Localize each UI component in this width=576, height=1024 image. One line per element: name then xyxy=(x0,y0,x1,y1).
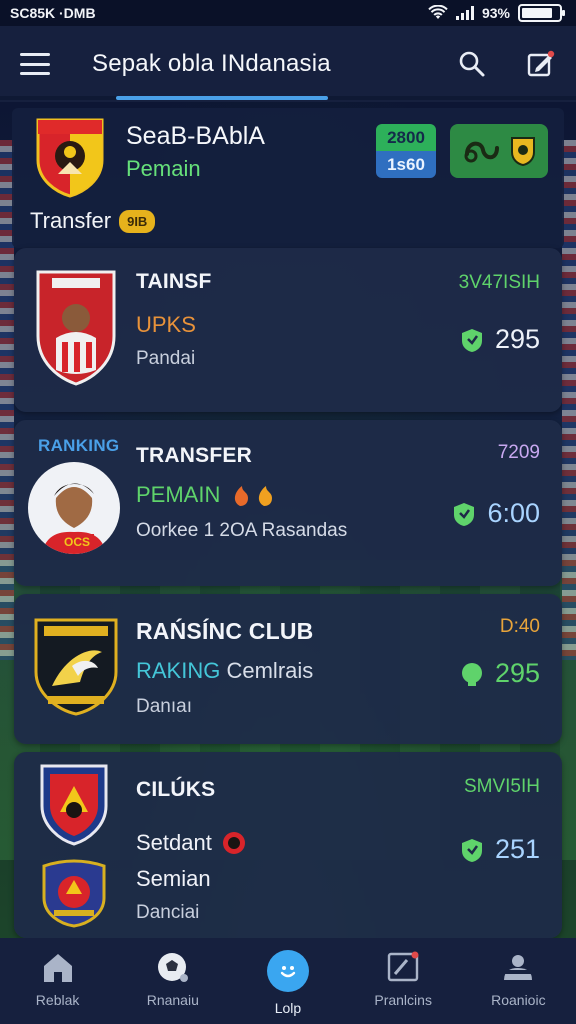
card-title: TAINSF xyxy=(136,270,212,293)
card-headline: Setdant xyxy=(136,830,212,855)
status-bar: SC85K ·DMB 93% xyxy=(0,0,576,26)
transfer-section-label: Transfer 9IB xyxy=(30,208,156,234)
card-score-value: 6:00 xyxy=(487,498,540,528)
nav-label: Pranlcins xyxy=(374,992,432,1008)
score-box: 2800 1s60 xyxy=(376,124,436,178)
score-shield-icon xyxy=(461,838,482,862)
card-headline: UPKS xyxy=(136,312,196,337)
card-score-value: 295 xyxy=(494,658,540,688)
card-score-value: 251 xyxy=(494,834,540,864)
score-top: 2800 xyxy=(376,124,436,151)
card-title: TRANSFER xyxy=(136,444,252,467)
bottom-nav: Reblak Rnanaiu Lolp Pranlcins Roanioic xyxy=(0,938,576,1024)
ranking-ribbon: RANKING xyxy=(38,436,120,455)
nav-item-pranlcins[interactable]: Pranlcins xyxy=(348,950,458,1008)
card-score-value: 295 xyxy=(494,324,540,354)
card-title: RAŃSÍNC CLUB xyxy=(136,618,314,644)
blue-crest-icon xyxy=(42,859,106,928)
player-crest-icon xyxy=(36,270,116,386)
ball-icon xyxy=(157,953,188,982)
battery-icon xyxy=(518,4,565,22)
card-headline: RAKING Cemlrais xyxy=(136,658,313,684)
nav-item-roanioic[interactable]: Roanioic xyxy=(463,950,573,1008)
ranking-card[interactable]: RANKING OCS TRANSFER PEMAIN Oorkee 1 2OA… xyxy=(14,420,562,586)
score-bubble-icon xyxy=(461,662,482,686)
nav-label: Reblak xyxy=(35,992,80,1008)
clubs-card[interactable]: CILÚKS Setdant Semian Danciai SMVI5IH 25… xyxy=(14,752,562,938)
board-icon xyxy=(387,951,419,982)
card-headline: PEMAIN xyxy=(136,482,221,507)
edit-icon[interactable] xyxy=(526,49,556,79)
nav-label: Lolp xyxy=(274,1000,302,1016)
header-card[interactable]: SeaB-BAblA Pemain 2800 1s60 Transfer 9IB xyxy=(12,108,564,248)
eagle-crest-icon xyxy=(34,618,118,716)
card-meta: Pandai xyxy=(136,348,196,369)
signal-icon xyxy=(455,6,474,20)
card-score: 6:00 xyxy=(451,498,540,529)
home-icon xyxy=(43,954,72,982)
club-badges-tile[interactable] xyxy=(450,124,548,178)
card-headline-row: PEMAIN xyxy=(136,482,280,508)
card-score: 295 xyxy=(459,658,540,689)
score-shield-icon xyxy=(454,502,475,526)
snake-logo-icon xyxy=(464,141,499,163)
app-bar: Sepak obla INdanasia xyxy=(0,26,576,102)
header-title: SeaB-BAblA xyxy=(126,122,265,150)
header-subtitle: Pemain xyxy=(126,156,201,181)
battery-percent: 93% xyxy=(481,5,510,21)
alert-badge-icon xyxy=(222,832,245,854)
card-headline-2: Semian xyxy=(136,866,211,891)
active-tab-indicator xyxy=(116,96,328,100)
nav-item-ball[interactable]: Rnanaiu xyxy=(118,950,228,1008)
card-title: CILÚKS xyxy=(136,778,216,801)
player-avatar: OCS xyxy=(28,462,120,554)
card-headline-row: Setdant xyxy=(136,830,246,856)
app-bar-actions xyxy=(458,49,556,79)
red-crest-icon xyxy=(40,764,108,846)
status-icons: 93% xyxy=(428,4,565,22)
nav-item-lolp[interactable]: Lolp xyxy=(233,950,343,1016)
card-headline-a: RAKING xyxy=(136,658,221,683)
club-crest-icon xyxy=(36,118,104,198)
status-left-text: SC85K ·DMB xyxy=(10,5,96,21)
transfer-card[interactable]: TAINSF UPKS Pandai 3V47ISIH 295 xyxy=(14,248,562,412)
card-meta: Oorkee 1 2OA Rasandas xyxy=(136,520,348,541)
menu-icon[interactable] xyxy=(20,53,50,75)
fire-icon xyxy=(235,486,273,506)
card-score: 251 xyxy=(459,834,540,865)
score-bottom: 1s60 xyxy=(376,151,436,178)
app-bar-underline xyxy=(0,96,576,100)
nav-label: Rnanaiu xyxy=(146,992,199,1008)
card-meta: Danciai xyxy=(136,902,200,923)
club-ranking-card[interactable]: RAŃSÍNC CLUB RAKING Cemlrais Danıaı D:40… xyxy=(14,594,562,744)
profile-icon xyxy=(504,955,533,980)
card-meta: Danıaı xyxy=(136,696,192,717)
score-shield-icon xyxy=(461,328,482,352)
nav-label: Roanioic xyxy=(491,992,546,1008)
card-score: 295 xyxy=(459,324,540,355)
jersey-number: OCS xyxy=(60,534,95,550)
card-headline-b: Cemlrais xyxy=(226,658,314,683)
card-time: 7209 xyxy=(497,442,540,463)
card-time: D:40 xyxy=(499,616,540,637)
mini-crest-icon xyxy=(510,137,535,166)
stadium-crowd-edge xyxy=(562,140,576,660)
search-icon[interactable] xyxy=(458,50,486,78)
smile-icon xyxy=(266,950,309,992)
card-time: 3V47ISIH xyxy=(458,272,540,293)
wifi-icon xyxy=(428,5,448,19)
app-title: Sepak obla INdanasia xyxy=(92,50,331,77)
card-time: SMVI5IH xyxy=(463,776,540,797)
transfer-label-text: Transfer xyxy=(30,208,112,233)
nav-item-home[interactable]: Reblak xyxy=(3,950,113,1008)
transfer-badge: 9IB xyxy=(119,209,156,233)
